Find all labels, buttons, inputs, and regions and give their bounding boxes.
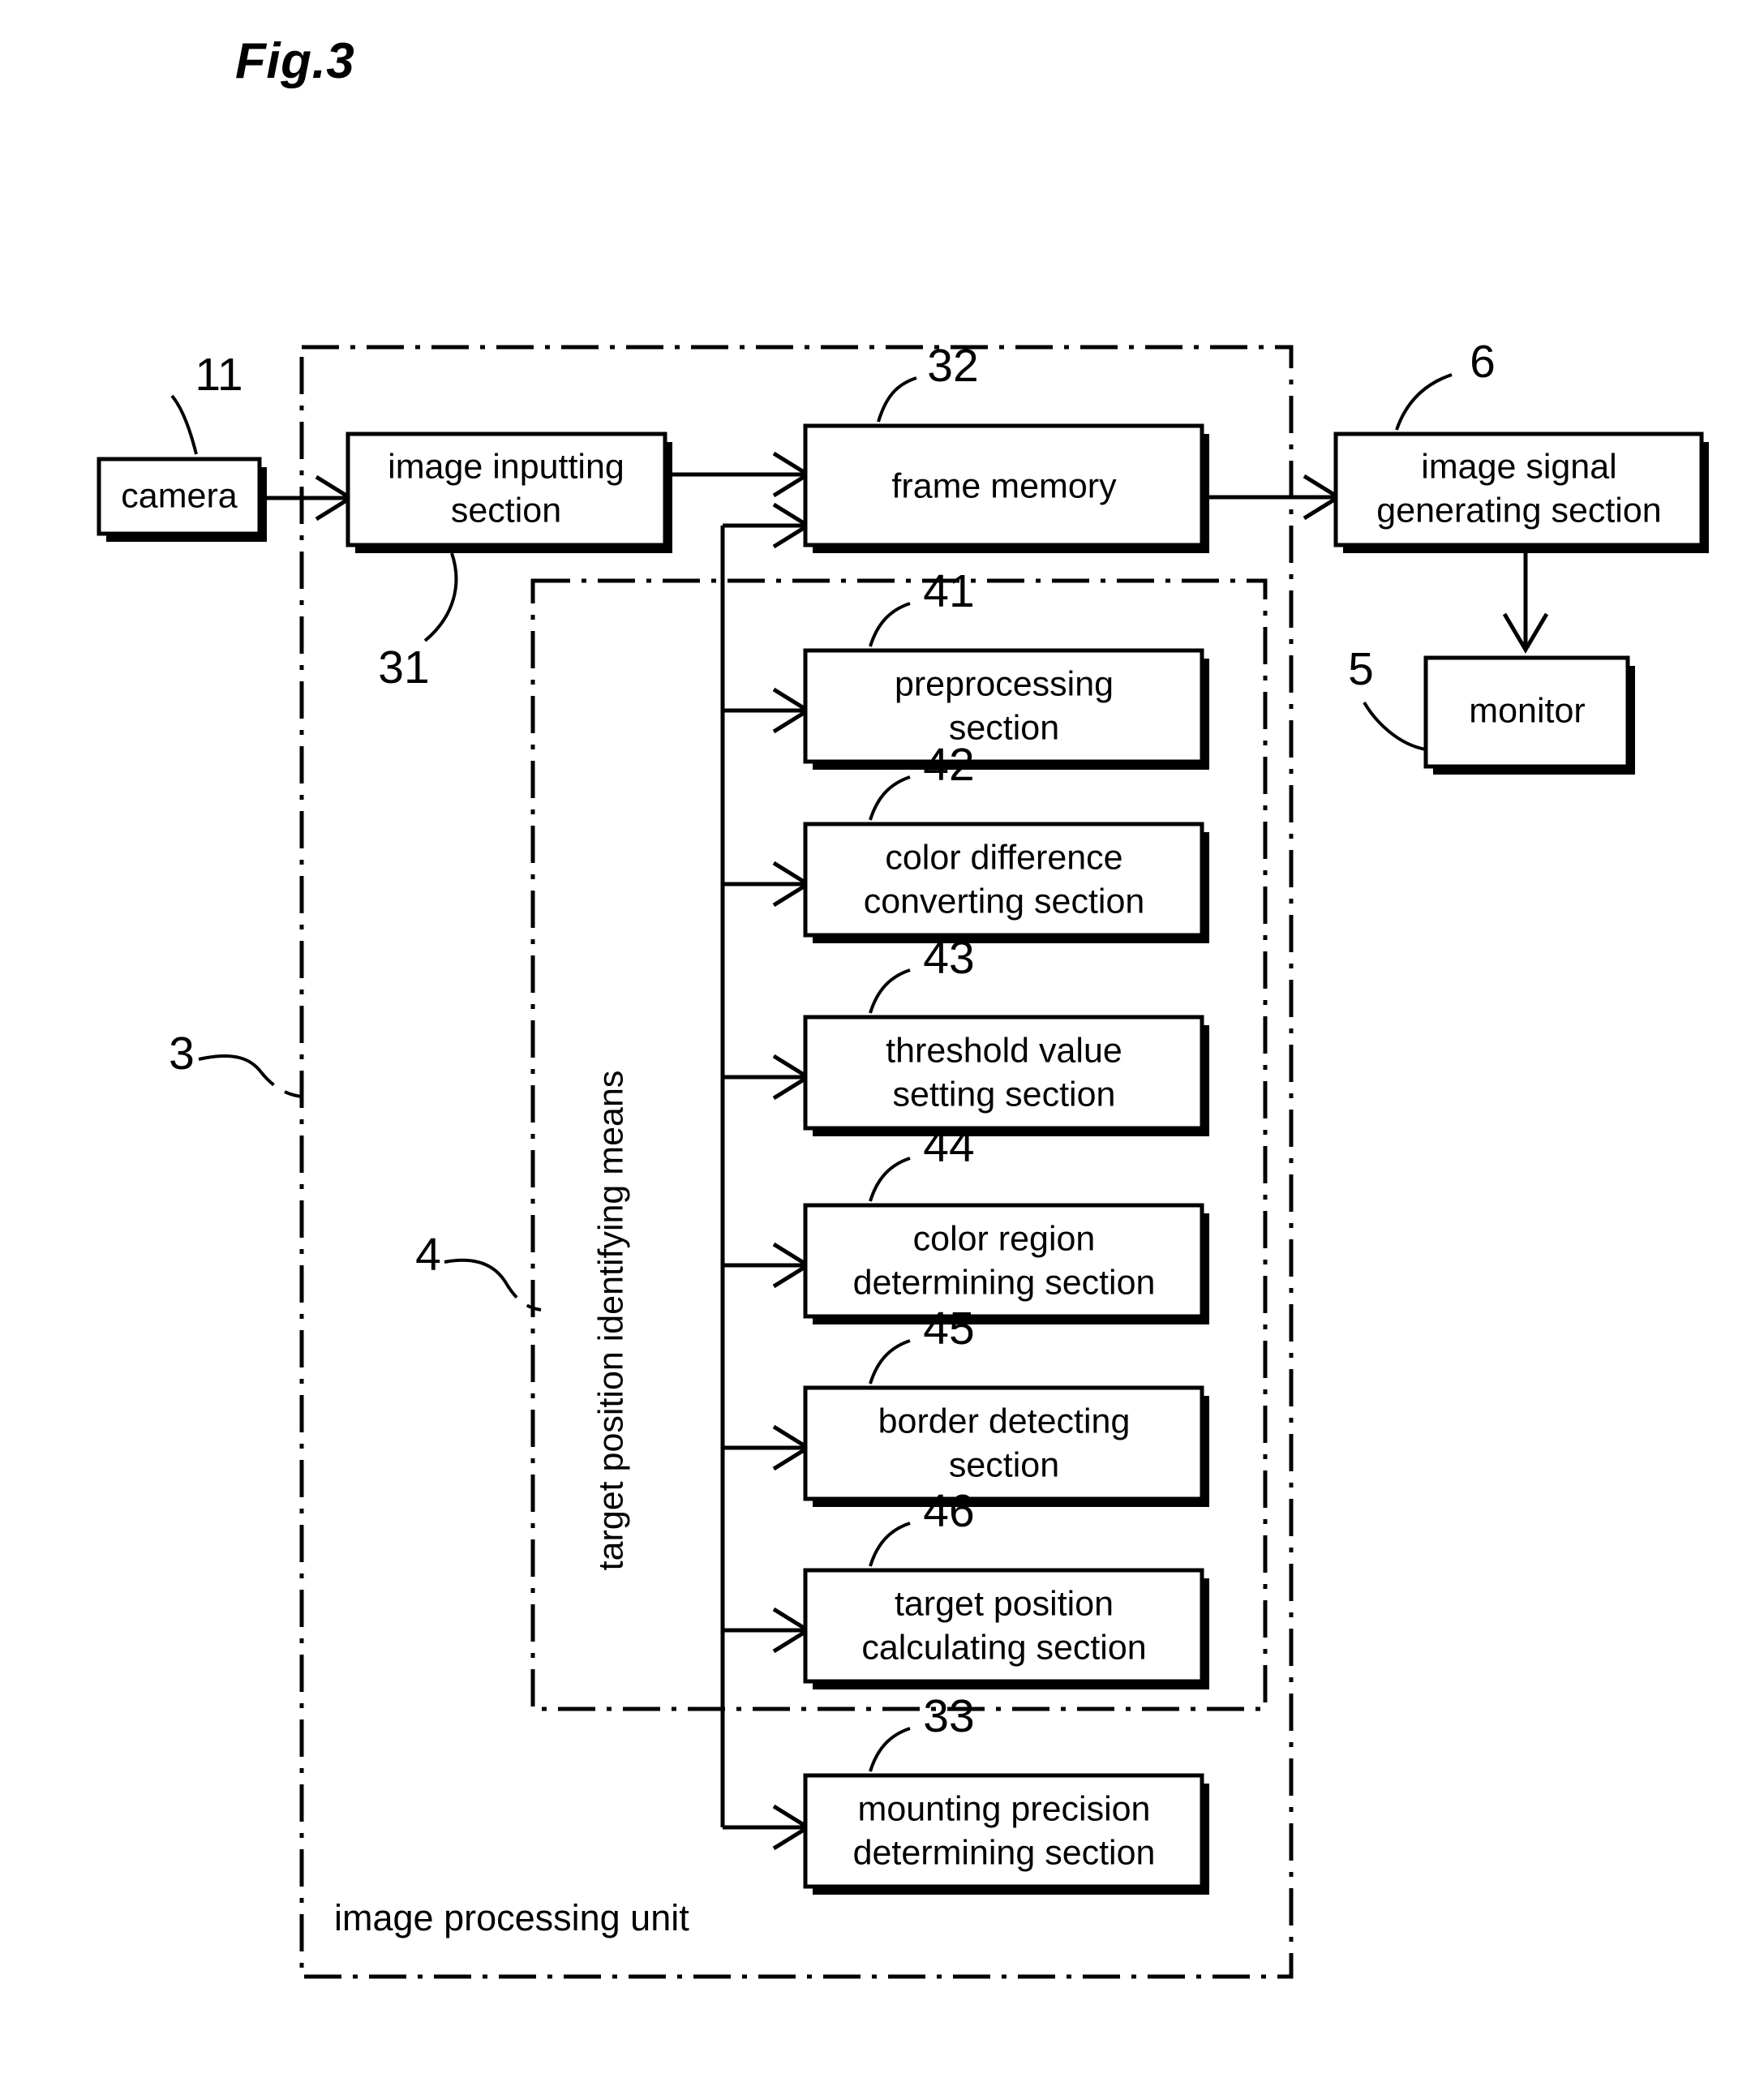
mounting-precision-label-line2: determining section xyxy=(853,1833,1156,1872)
mounting-precision-label-line1: mounting precision xyxy=(858,1789,1151,1828)
camera-ref-number: 11 xyxy=(195,349,242,401)
image-signal-generating-label-line1: image signal xyxy=(1421,447,1616,486)
color-region-ref-number: 44 xyxy=(923,1120,974,1172)
border-detecting-ref-number: 45 xyxy=(923,1303,974,1354)
image-processing-unit-ref-leader-solid xyxy=(198,1054,263,1074)
target-position-label-line2: calculating section xyxy=(861,1628,1146,1667)
color-difference-ref-leader xyxy=(869,775,911,821)
preprocessing-ref-number: 41 xyxy=(923,565,974,617)
frame-memory-label: frame memory xyxy=(891,466,1117,505)
image-processing-unit-label: image processing unit xyxy=(334,1897,689,1938)
block-diagram-canvas: camera 11 image inputting section 31 fra… xyxy=(97,336,1709,1979)
preprocessing-ref-leader xyxy=(869,602,911,647)
image-processing-unit-enclosure xyxy=(299,345,1294,1979)
border-detecting-label-line2: section xyxy=(949,1445,1059,1484)
color-region-ref-leader xyxy=(869,1157,911,1202)
threshold-value-label-line1: threshold value xyxy=(886,1031,1122,1070)
target-position-ref-number: 46 xyxy=(923,1485,974,1537)
image-signal-generating-ref-leader xyxy=(1395,373,1453,431)
mounting-precision-ref-number: 33 xyxy=(923,1690,974,1742)
monitor-label: monitor xyxy=(1469,691,1585,730)
image-inputting-ref-leader xyxy=(423,552,458,642)
preprocessing-label-line1: preprocessing xyxy=(895,664,1114,703)
image-signal-generating-label-line2: generating section xyxy=(1376,491,1661,530)
threshold-value-ref-number: 43 xyxy=(923,932,974,984)
color-difference-ref-number: 42 xyxy=(923,739,974,791)
image-processing-unit-ref-leader-dash xyxy=(260,1071,303,1098)
target-position-label-line1: target position xyxy=(895,1584,1114,1623)
threshold-value-label-line2: setting section xyxy=(893,1075,1116,1114)
target-position-ref-leader xyxy=(869,1522,911,1567)
target-position-identifying-means-label: target position identifying means xyxy=(591,1071,630,1571)
target-position-identifying-means-ref-leader-dash xyxy=(504,1281,542,1312)
image-inputting-label-line1: image inputting xyxy=(388,447,624,486)
frame-memory-ref-number: 32 xyxy=(927,340,978,392)
border-detecting-ref-leader xyxy=(869,1339,911,1385)
threshold-value-ref-leader xyxy=(869,968,911,1014)
image-inputting-ref-number: 31 xyxy=(378,642,429,693)
image-signal-generating-ref-number: 6 xyxy=(1470,336,1496,388)
frame-memory-ref-leader xyxy=(877,376,917,423)
border-detecting-label-line1: border detecting xyxy=(878,1402,1131,1440)
camera-box-label: camera xyxy=(121,476,237,515)
target-position-identifying-means-ref-leader-solid xyxy=(444,1258,508,1285)
color-region-label-line2: determining section xyxy=(853,1263,1156,1302)
color-region-label-line1: color region xyxy=(913,1219,1096,1258)
mounting-precision-ref-leader xyxy=(869,1727,911,1772)
image-inputting-label-line2: section xyxy=(451,491,561,530)
figure-root: Fig.3 camera 11 image inputting section … xyxy=(0,0,1764,2095)
color-difference-label-line2: converting section xyxy=(864,882,1145,921)
image-processing-unit-ref-number: 3 xyxy=(169,1028,195,1080)
camera-ref-leader xyxy=(170,394,198,455)
monitor-ref-leader xyxy=(1363,701,1427,751)
monitor-ref-number: 5 xyxy=(1348,643,1374,695)
target-position-identifying-means-ref-number: 4 xyxy=(415,1229,441,1281)
color-difference-label-line1: color difference xyxy=(885,838,1122,877)
